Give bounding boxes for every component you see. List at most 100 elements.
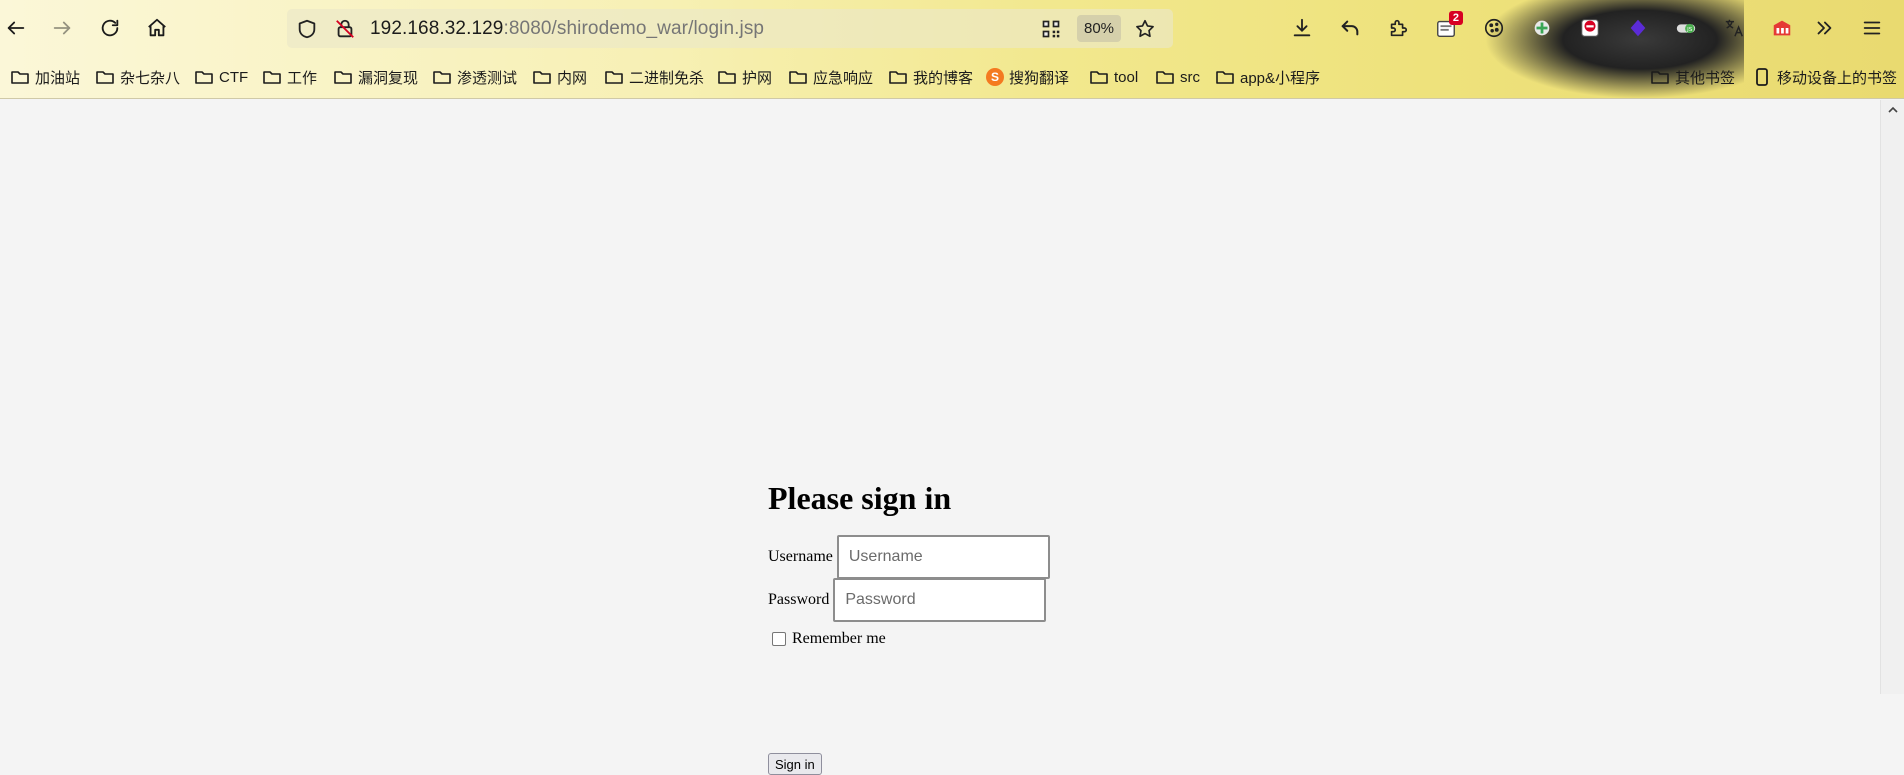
username-label: Username [768,548,833,565]
bookmark-item[interactable]: 护网 [717,64,772,90]
overflow-menu-button[interactable] [1809,13,1839,43]
bookmark-item[interactable]: tool [1089,64,1138,90]
folder-icon [333,68,353,86]
folder-icon [10,68,30,86]
remember-me-row: Remember me [768,630,886,648]
password-row: Password [768,578,1047,622]
puzzle-piece-icon [1390,19,1408,37]
translate-button[interactable] [1719,13,1749,43]
folder-icon [1155,68,1175,86]
purple-diamond-icon [1630,19,1646,37]
bookmark-item[interactable]: 内网 [532,64,587,90]
other-bookmarks-label: 其他书签 [1675,69,1736,87]
tracking-protection-shield-icon[interactable] [295,17,319,41]
zoom-level-badge[interactable]: 80% [1077,15,1121,42]
bookmark-label: 漏洞复现 [358,69,419,87]
scroll-up-arrow-icon[interactable] [1887,104,1899,116]
folder-icon [532,68,552,86]
bookmark-label: 护网 [742,69,773,87]
bookmark-label: 内网 [557,69,588,87]
cookie-icon [1484,18,1504,38]
bookmark-item[interactable]: 我的博客 [888,64,973,90]
app-menu-button[interactable] [1857,13,1887,43]
navigation-bar: 192.168.32.129:8080/shirodemo_war/login.… [0,0,1904,57]
folder-icon [604,68,624,86]
js-toggle-extension-button[interactable]: JS [1671,13,1701,43]
double-chevron-icon [1817,21,1832,35]
page-title: Please sign in [768,480,952,516]
undo-close-tab-button[interactable] [1335,13,1365,43]
other-bookmarks-folder[interactable]: 其他书签 [1650,64,1735,90]
bookmark-item[interactable]: 杂七杂八 [95,64,180,90]
bookmark-label: app&小程序 [1240,69,1321,87]
username-input[interactable] [836,535,1050,579]
remember-me-label[interactable]: Remember me [792,630,886,648]
folder-icon [432,68,452,86]
bookmark-item[interactable]: 工作 [262,64,317,90]
bookmark-star-icon[interactable] [1133,17,1157,41]
extension-notifications-button[interactable]: 2 [1431,11,1463,43]
bookmark-label: 加油站 [35,69,81,87]
bookmark-item[interactable]: src [1155,64,1200,90]
blocker-extension-button[interactable] [1575,13,1605,43]
mobile-device-icon [1752,68,1772,86]
folder-icon [95,68,115,86]
bookmark-item[interactable]: 渗透测试 [432,64,517,90]
url-host: 192.168.32.129 [370,18,504,39]
sogou-logo-icon: S [986,68,1004,86]
green-cross-extension-icon [1534,20,1550,36]
folder-icon [1089,68,1109,86]
folder-icon [262,68,282,86]
bookmark-item[interactable]: app&小程序 [1215,64,1320,90]
download-icon [1293,18,1311,37]
bookmark-label: 搜狗翻译 [1009,69,1070,87]
red-extension-button[interactable] [1767,13,1797,43]
bookmarks-toolbar: 加油站 杂七杂八 CTF 工作 漏洞复现 渗透测试 内网 二进制免杀 护网 应急响应 我的博客 S 搜狗… [0,64,1904,90]
remember-me-checkbox[interactable] [772,632,786,646]
forward-arrow-icon [53,21,71,35]
bookmark-label: 二进制免杀 [629,69,705,87]
home-button[interactable] [141,12,173,44]
bookmark-item[interactable]: CTF [194,64,248,90]
vertical-scrollbar[interactable] [1880,100,1904,694]
bookmark-item[interactable]: S 搜狗翻译 [986,64,1069,90]
undo-arrow-icon [1341,20,1359,36]
url-path: :8080/shirodemo_war/login.jsp [503,18,765,39]
bookmark-label: 杂七杂八 [120,69,181,87]
insecure-lock-icon[interactable] [333,17,357,41]
home-icon [148,18,166,37]
url-text[interactable]: 192.168.32.129:8080/shirodemo_war/login.… [370,18,764,40]
downloads-button[interactable] [1287,13,1317,43]
back-button[interactable] [0,12,32,44]
notification-count-badge: 2 [1448,11,1463,25]
browser-toolbar: 192.168.32.129:8080/shirodemo_war/login.… [0,0,1904,99]
folder-icon [788,68,808,86]
extensions-button[interactable] [1383,13,1413,43]
cookie-editor-button[interactable] [1479,13,1509,43]
hackbar-extension-button[interactable] [1527,13,1557,43]
js-toggle-icon: JS [1676,23,1696,34]
qr-code-icon[interactable] [1039,17,1063,41]
sign-in-button[interactable]: Sign in [768,753,822,775]
back-arrow-icon [7,21,25,35]
bookmark-label: CTF [219,68,249,86]
purple-extension-button[interactable] [1623,13,1653,43]
bookmark-item[interactable]: 加油站 [10,64,80,90]
bookmark-item[interactable]: 漏洞复现 [333,64,418,90]
login-form: Please sign in Username Password Remembe… [768,478,1168,775]
bookmark-label: src [1180,68,1200,86]
reload-icon [101,19,119,37]
folder-icon [888,68,908,86]
svg-text:JS: JS [1686,27,1693,33]
password-input[interactable] [833,578,1047,622]
bookmark-item[interactable]: 应急响应 [788,64,873,90]
bookmark-item[interactable]: 二进制免杀 [604,64,704,90]
address-bar[interactable]: 192.168.32.129:8080/shirodemo_war/login.… [287,9,1173,48]
forward-button[interactable] [46,12,78,44]
folder-icon [717,68,737,86]
reload-button[interactable] [94,12,126,44]
mobile-bookmarks-folder[interactable]: 移动设备上的书签 [1752,64,1897,90]
bookmark-label: 我的博客 [913,69,974,87]
bookmark-label: 应急响应 [813,69,874,87]
translate-icon [1725,19,1743,37]
